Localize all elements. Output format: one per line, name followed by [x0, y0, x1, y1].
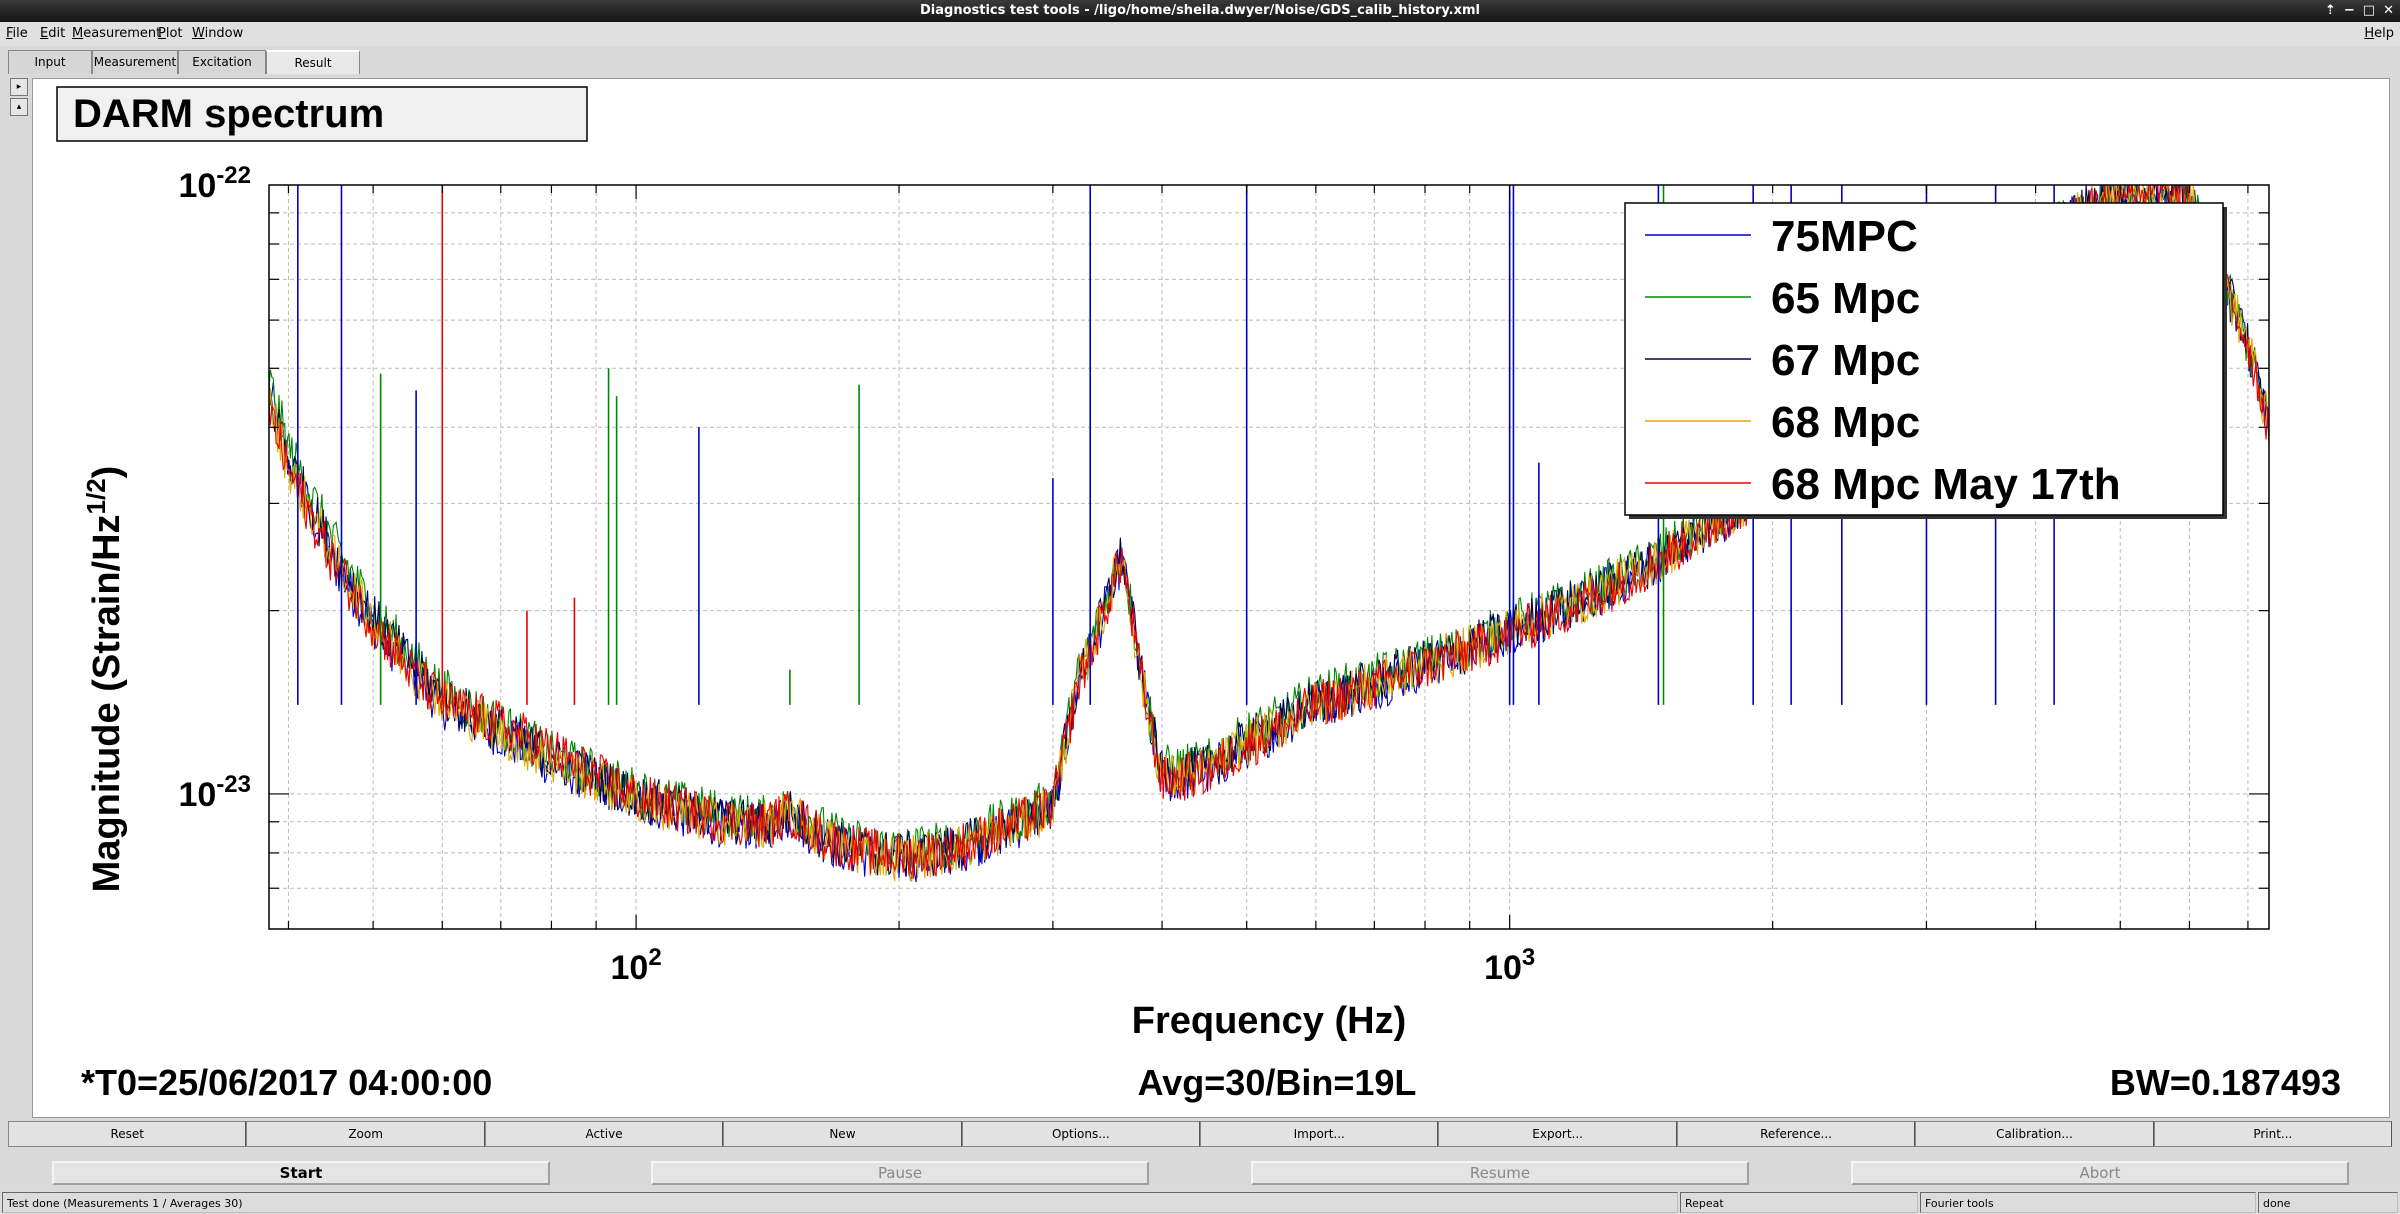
- start-button[interactable]: Start: [52, 1161, 550, 1185]
- legend-entry: 65 Mpc: [1771, 274, 1920, 323]
- legend: 75MPC 65 Mpc 67 Mpc 68 Mpc 68 Mpc May 17th: [1624, 202, 2227, 519]
- legend-entry: 67 Mpc: [1771, 336, 1920, 385]
- tab-bar: Input Measurement Excitation Result: [8, 50, 360, 74]
- export-button[interactable]: Export...: [1438, 1121, 1677, 1147]
- pause-button[interactable]: Pause: [651, 1161, 1149, 1185]
- y-tick-label: 10-22: [178, 162, 251, 205]
- menu-help[interactable]: Help: [2364, 22, 2394, 46]
- resume-button[interactable]: Resume: [1251, 1161, 1749, 1185]
- status-message: Test done (Measurements 1 / Averages 30): [2, 1192, 1678, 1213]
- plot-panel: 10-22 10-23 102 103 DARM spectrum Magnitude…: [32, 78, 2390, 1118]
- zoom-button[interactable]: Zoom: [246, 1121, 485, 1147]
- measurement-controls: Start Pause Resume Abort: [0, 1151, 2400, 1187]
- reset-button[interactable]: Reset: [8, 1121, 247, 1147]
- plot-toolbar: Reset Zoom Active New Options... Import.…: [8, 1121, 2393, 1147]
- legend-entry: 75MPC: [1771, 212, 1918, 261]
- x-tick-label: 102: [610, 944, 661, 987]
- minimize-button[interactable]: −: [2344, 0, 2355, 22]
- tab-result[interactable]: Result: [266, 50, 360, 74]
- print-button[interactable]: Print...: [2153, 1121, 2393, 1147]
- status-tool: Fourier tools: [1920, 1192, 2256, 1213]
- shade-button[interactable]: ⇡: [2325, 0, 2336, 22]
- t0-label: *T0=25/06/2017 04:00:00: [81, 1062, 492, 1103]
- legend-entry: 68 Mpc May 17th: [1771, 460, 2121, 509]
- menu-edit[interactable]: Edit: [40, 22, 65, 46]
- tab-excitation[interactable]: Excitation: [178, 50, 266, 74]
- expand-right-button[interactable]: ▸: [10, 78, 28, 96]
- menu-plot[interactable]: Plot: [158, 22, 183, 46]
- side-buttons: ▸ ▴: [10, 78, 28, 118]
- import-button[interactable]: Import...: [1200, 1121, 1439, 1147]
- calibration-button[interactable]: Calibration...: [1915, 1121, 2154, 1147]
- maximize-button[interactable]: □: [2363, 0, 2375, 22]
- window-controls: ⇡ − □ ✕: [2325, 0, 2394, 22]
- legend-entry: 68 Mpc: [1771, 398, 1920, 447]
- tab-measurement[interactable]: Measurement: [92, 50, 178, 74]
- plot-title: DARM spectrum: [73, 92, 384, 136]
- new-button[interactable]: New: [723, 1121, 962, 1147]
- options-button[interactable]: Options...: [961, 1121, 1201, 1147]
- menu-measurement[interactable]: Measurement: [72, 22, 161, 46]
- y-axis-label: Magnitude (Strain/Hz1/2): [81, 466, 128, 893]
- status-repeat: Repeat: [1680, 1192, 1918, 1213]
- expand-up-button[interactable]: ▴: [10, 98, 28, 116]
- menu-bar: File Edit Measurement Plot Window Help: [0, 22, 2400, 46]
- menu-window[interactable]: Window: [192, 22, 243, 46]
- tab-input[interactable]: Input: [8, 50, 92, 74]
- darm-spectrum-plot[interactable]: 10-22 10-23 102 103 DARM spectrum Magnitude…: [33, 79, 2389, 1117]
- status-state: done: [2258, 1192, 2398, 1213]
- status-bar: Test done (Measurements 1 / Averages 30)…: [0, 1191, 2400, 1214]
- abort-button[interactable]: Abort: [1851, 1161, 2349, 1185]
- x-axis-label: Frequency (Hz): [1132, 1000, 1406, 1042]
- window-title: Diagnostics test tools - /ligo/home/shei…: [920, 3, 1480, 18]
- reference-button[interactable]: Reference...: [1676, 1121, 1916, 1147]
- avg-bin-label: Avg=30/Bin=19L: [1138, 1062, 1417, 1103]
- x-tick-label: 103: [1484, 944, 1535, 987]
- close-button[interactable]: ✕: [2383, 0, 2394, 22]
- window-titlebar: Diagnostics test tools - /ligo/home/shei…: [0, 0, 2400, 22]
- menu-file[interactable]: File: [6, 22, 28, 46]
- active-button[interactable]: Active: [484, 1121, 724, 1147]
- y-tick-label: 10-23: [178, 771, 251, 814]
- bandwidth-label: BW=0.187493: [2110, 1062, 2341, 1103]
